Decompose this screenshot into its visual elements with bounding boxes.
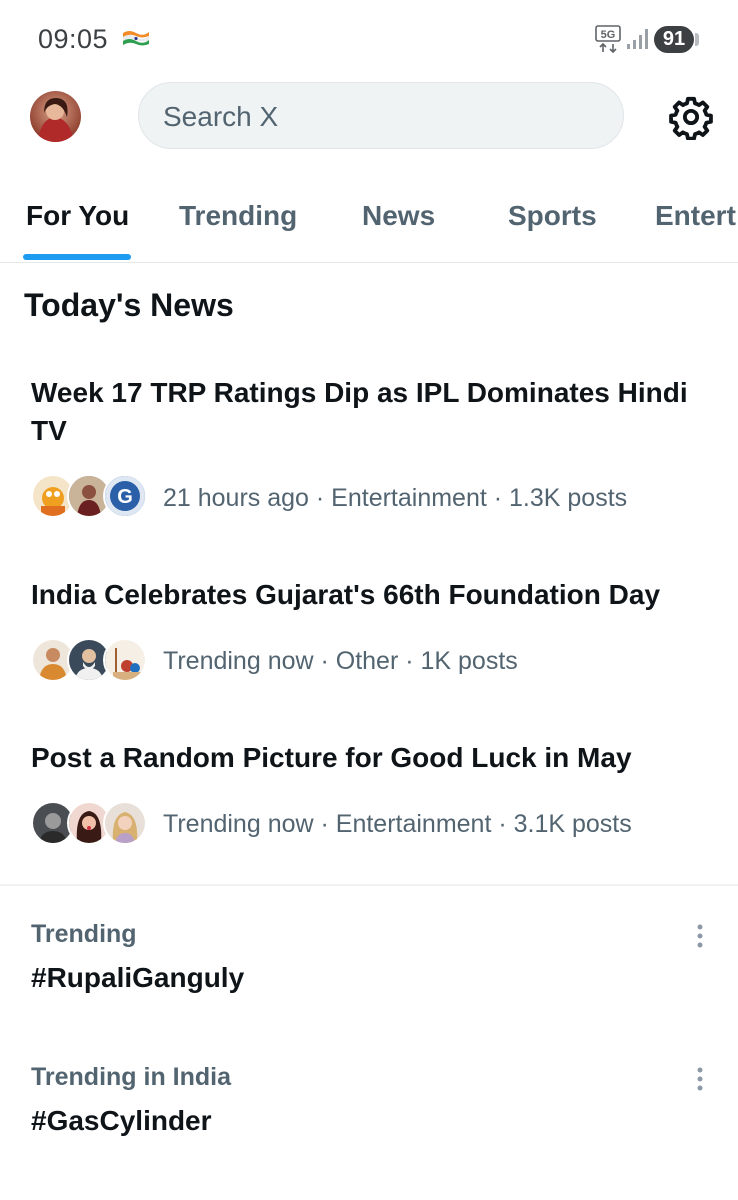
signal-icon — [627, 29, 648, 49]
tab-entertainment[interactable]: Entert — [655, 200, 736, 232]
news-avatars — [31, 638, 149, 682]
india-flag-icon — [123, 31, 149, 46]
news-meta: Trending now · Entertainment · 3.1K post… — [163, 810, 632, 838]
avatar: G — [103, 474, 147, 518]
tab-news[interactable]: News — [362, 200, 435, 232]
avatar — [103, 638, 147, 682]
avatar[interactable] — [30, 91, 81, 142]
news-item[interactable]: India Celebrates Gujarat's 66th Foundati… — [0, 576, 738, 686]
tab-sports[interactable]: Sports — [508, 200, 597, 232]
settings-gear-icon[interactable] — [668, 94, 714, 140]
news-item[interactable]: Post a Random Picture for Good Luck in M… — [0, 739, 738, 849]
trend-item[interactable]: Trending #RupaliGanguly — [0, 920, 738, 1000]
avatar — [103, 801, 147, 845]
news-meta: 21 hours ago · Entertainment · 1.3K post… — [163, 484, 628, 512]
news-title: Week 17 TRP Ratings Dip as IPL Dominates… — [31, 377, 688, 446]
trend-item[interactable]: Trending in India #GasCylinder — [0, 1063, 738, 1143]
more-options-icon[interactable] — [690, 1065, 710, 1095]
network-5g-icon: 5G — [595, 25, 621, 53]
tab-trending[interactable]: Trending — [179, 200, 297, 232]
svg-text:G: G — [117, 486, 133, 508]
search-box[interactable] — [138, 82, 624, 150]
search-input[interactable] — [161, 83, 605, 150]
status-time: 09:05 — [38, 24, 109, 54]
trend-context: Trending in India — [31, 1063, 231, 1091]
trend-context: Trending — [31, 920, 137, 948]
battery-icon: 91 — [654, 26, 699, 53]
tab-bar: For You Trending News Sports Entert — [0, 176, 738, 263]
tab-for-you[interactable]: For You — [26, 200, 129, 232]
news-avatars — [31, 801, 149, 845]
svg-text:5G: 5G — [601, 29, 616, 41]
status-bar: 09:05 5G 91 — [0, 0, 738, 78]
news-item[interactable]: Week 17 TRP Ratings Dip as IPL Dominates… — [0, 374, 738, 534]
news-title: India Celebrates Gujarat's 66th Foundati… — [31, 579, 661, 610]
trend-name: #GasCylinder — [31, 1105, 212, 1136]
section-title: Today's News — [24, 287, 234, 323]
section-divider — [0, 884, 738, 886]
trend-name: #RupaliGanguly — [31, 962, 245, 993]
news-avatars: G — [31, 474, 149, 518]
news-title: Post a Random Picture for Good Luck in M… — [31, 742, 632, 773]
news-meta: Trending now · Other · 1K posts — [163, 647, 518, 675]
tab-active-indicator — [23, 254, 131, 260]
more-options-icon[interactable] — [690, 922, 710, 952]
battery-level: 91 — [662, 28, 686, 50]
